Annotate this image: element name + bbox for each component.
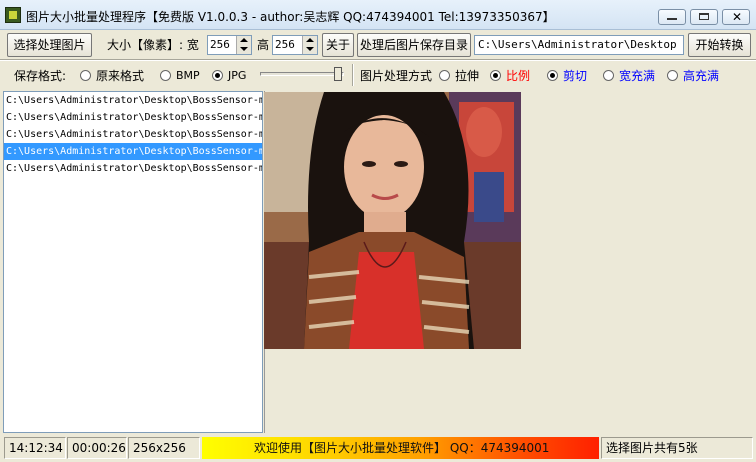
quality-slider-thumb[interactable] (333, 67, 342, 81)
portrait-photo (264, 92, 521, 349)
quality-slider-track[interactable] (260, 72, 344, 76)
preview-image (264, 92, 521, 349)
width-spinner-arrows[interactable] (236, 36, 251, 54)
minimize-button[interactable] (658, 9, 686, 25)
maximize-button[interactable] (690, 9, 718, 25)
status-elapsed: 00:00:26 (67, 437, 127, 459)
close-icon: ✕ (732, 10, 743, 24)
minimize-icon (667, 18, 677, 20)
arrow-down-icon[interactable] (306, 47, 314, 51)
toolbar-main: 选择处理图片 大小【像素】: 宽 256 高 256 关于 处理后图片保存目录 … (0, 31, 756, 59)
output-dir-field[interactable]: C:\Users\Administrator\Desktop (474, 35, 684, 55)
mode-radio-ratio[interactable] (490, 70, 501, 81)
toolbar-options: 保存格式: 原来格式 BMP JPG 图片处理方式 拉伸 比例 剪切 宽充满 高… (0, 61, 756, 89)
mode-radio-stretch[interactable] (439, 70, 450, 81)
select-images-button[interactable]: 选择处理图片 (7, 33, 92, 57)
format-label-bmp[interactable]: BMP (176, 68, 200, 84)
mode-label-ratio[interactable]: 比例 (506, 68, 530, 84)
format-label-jpg[interactable]: JPG (228, 68, 246, 84)
status-dimensions: 256x256 (128, 437, 200, 459)
status-bar: 14:12:34 00:00:26 256x256 欢迎使用【图片大小批量处理软… (0, 435, 756, 462)
height-value: 256 (275, 38, 295, 51)
format-radio-original[interactable] (80, 70, 91, 81)
options-divider (352, 64, 354, 86)
save-format-label: 保存格式: (14, 69, 67, 83)
app-icon (5, 7, 21, 23)
about-button[interactable]: 关于 (322, 33, 354, 57)
width-spinner[interactable]: 256 (207, 35, 252, 55)
start-convert-button[interactable]: 开始转换 (688, 33, 751, 57)
format-label-original[interactable]: 原来格式 (96, 68, 144, 84)
arrow-down-icon[interactable] (240, 47, 248, 51)
file-list-item[interactable]: C:\Users\Administrator\Desktop\BossSenso… (4, 109, 262, 126)
window-title: 图片大小批量处理程序【免费版 V1.0.0.3 - author:吴志辉 QQ:… (26, 10, 555, 24)
width-value: 256 (210, 38, 230, 51)
file-list-item-selected[interactable]: C:\Users\Administrator\Desktop\BossSenso… (4, 143, 262, 160)
arrow-up-icon[interactable] (306, 38, 314, 42)
maximize-icon (699, 13, 709, 20)
status-time: 14:12:34 (4, 437, 66, 459)
mode-label-fill-width[interactable]: 宽充满 (619, 68, 655, 84)
size-label: 大小【像素】: 宽 (107, 38, 199, 52)
mode-radio-crop[interactable] (547, 70, 558, 81)
format-radio-jpg[interactable] (212, 70, 223, 81)
file-list-item[interactable]: C:\Users\Administrator\Desktop\BossSenso… (4, 126, 262, 143)
title-bar: 图片大小批量处理程序【免费版 V1.0.0.3 - author:吴志辉 QQ:… (0, 0, 756, 30)
format-radio-bmp[interactable] (160, 70, 171, 81)
file-list[interactable]: C:\Users\Administrator\Desktop\BossSenso… (3, 91, 263, 433)
status-count: 选择图片共有5张 (601, 437, 753, 459)
file-list-item[interactable]: C:\Users\Administrator\Desktop\BossSenso… (4, 92, 262, 109)
mode-radio-fill-height[interactable] (667, 70, 678, 81)
process-mode-label: 图片处理方式 (360, 69, 433, 83)
mode-radio-fill-width[interactable] (603, 70, 614, 81)
arrow-up-icon[interactable] (240, 38, 248, 42)
close-button[interactable]: ✕ (722, 9, 750, 25)
mode-label-crop[interactable]: 剪切 (563, 68, 587, 84)
file-list-item[interactable]: C:\Users\Administrator\Desktop\BossSenso… (4, 160, 262, 177)
status-marquee: 欢迎使用【图片大小批量处理软件】 QQ：474394001 (202, 437, 599, 459)
mode-label-fill-height[interactable]: 高充满 (683, 68, 719, 84)
height-label: 高 (257, 38, 270, 52)
mode-label-stretch[interactable]: 拉伸 (455, 68, 479, 84)
height-spinner[interactable]: 256 (272, 35, 318, 55)
height-spinner-arrows[interactable] (302, 36, 317, 54)
output-dir-button[interactable]: 处理后图片保存目录 (357, 33, 471, 57)
